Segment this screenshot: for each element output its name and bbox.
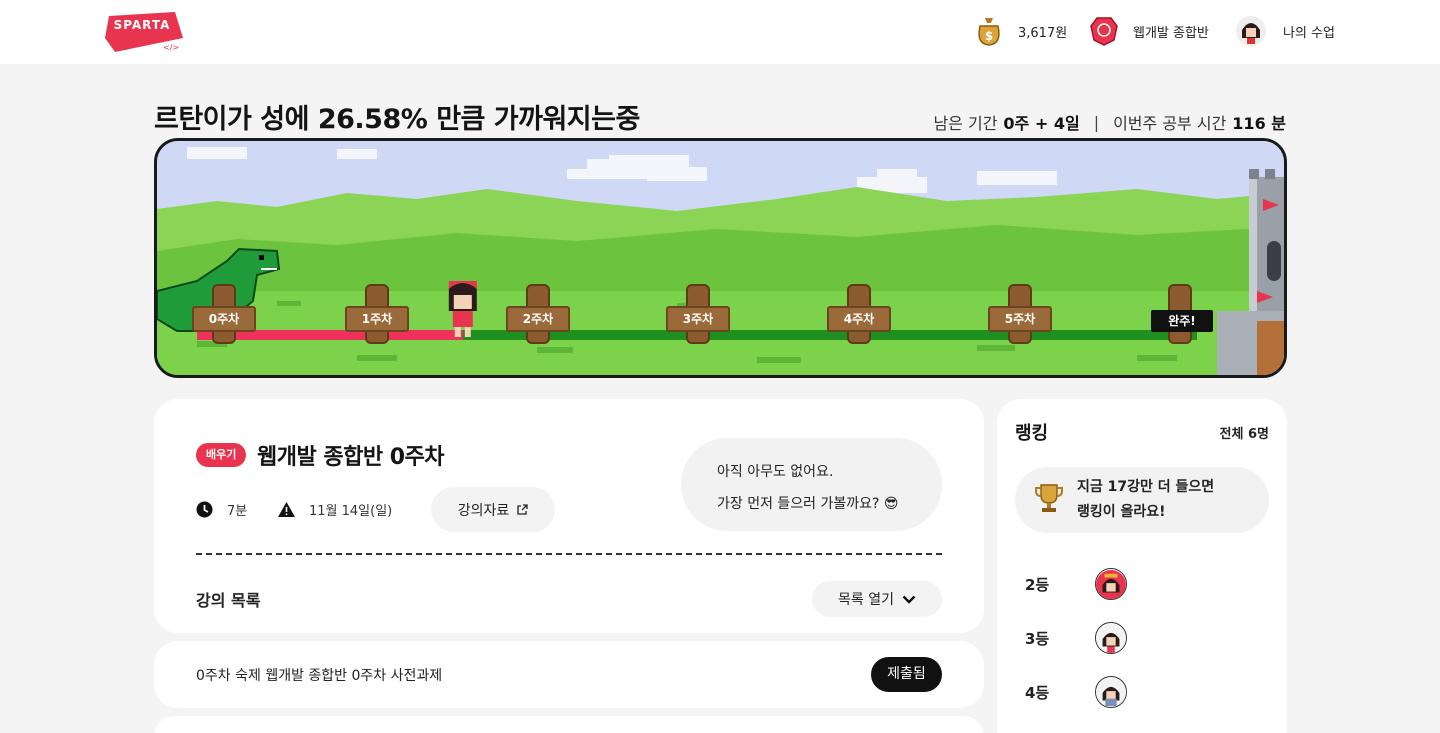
svg-text:$: $ [985,29,993,43]
ranking-row: 2등 [1025,567,1127,601]
lesson-card: 배우기 웹개발 종합반 0주차 7분 11월 14일(일) 강의자료 아직 아무… [154,399,984,633]
lecture-list-label: 강의 목록 [196,591,261,610]
current-course-link[interactable]: 웹개발 종합반 [1089,14,1209,48]
avatar [1095,568,1127,600]
learn-badge: 배우기 [196,443,247,467]
dashed-divider [196,553,942,555]
warning-icon [278,502,295,517]
my-course-label: 나의 수업 [1283,25,1335,41]
milestone-label: 1주차 [345,306,409,332]
chevron-down-icon [902,595,916,604]
stats-divider: | [1093,112,1100,132]
deadline-text: 11월 14일(일) [309,504,393,519]
rank-position: 4등 [1025,683,1050,702]
study-time-value: 116 분 [1232,114,1286,133]
point-amount: 3,617원 [1018,25,1068,41]
progress-game-banner: 0주차 1주차 2주차 3주차 4주차 5주차 완주! [154,138,1287,378]
ranking-row: 4등 [1025,675,1127,709]
external-link-icon [517,504,528,515]
milestone-label: 5주차 [988,306,1052,332]
open-list-label: 목록 열기 [838,592,894,608]
progress-stats: 남은 기간 0주 + 4일 | 이번주 공부 시간 116 분 [933,110,1286,134]
rank-position: 2등 [1025,575,1050,594]
lesson-duration: 7분 [196,500,247,519]
homework-card: 0주차 숙제 웹개발 종합반 0주차 사전과제 제출됨 [154,641,984,708]
lesson-title[interactable]: 웹개발 종합반 0주차 [257,439,445,471]
homework-title[interactable]: 0주차 숙제 웹개발 종합반 0주차 사전과제 [196,665,442,685]
ranking-title: 랭킹 [1015,423,1049,444]
svg-text:</>: </> [163,43,179,52]
ranking-hint-banner: 지금 17강만 더 들으면 랭킹이 올라요! [1015,467,1269,533]
avatar [1095,676,1127,708]
bubble-line-2: 가장 먼저 들으러 가볼까요? 😎 [717,496,899,512]
open-list-button[interactable]: 목록 열기 [812,581,942,617]
attendance-bubble: 아직 아무도 없어요. 가장 먼저 들으러 가볼까요? 😎 [681,438,942,531]
duration-text: 7분 [227,504,248,519]
lecture-material-button[interactable]: 강의자료 [431,487,555,532]
milestone-label: 4주차 [827,306,891,332]
money-bag-icon: $ [974,16,1004,46]
clock-icon [196,501,213,518]
banner-line-1: 지금 17강만 더 들으면 [1077,479,1215,495]
top-header: </> SPARTA $ 3,617원 웹개발 종합반 나의 수업 [0,0,1440,64]
point-balance[interactable]: $ 3,617원 [974,14,1067,48]
milestone-post-3: 3주차 [666,284,730,344]
bubble-line-1: 아직 아무도 없어요. [717,464,834,480]
progress-headline: 르탄이가 성에 26.58% 만큼 가까워지는중 [154,104,640,135]
avatar [1095,622,1127,654]
my-course-link[interactable]: 나의 수업 [1236,14,1335,48]
submitted-button[interactable]: 제출됨 [871,657,942,692]
milestone-label: 2주차 [506,306,570,332]
milestone-post-1: 1주차 [345,284,409,344]
milestone-label: 3주차 [666,306,730,332]
lesson-deadline: 11월 14일(일) [278,500,392,519]
study-time-label: 이번주 공부 시간 [1113,114,1227,133]
profile-avatar-icon [1236,16,1266,46]
course-shield-icon [1089,16,1119,46]
current-course-label: 웹개발 종합반 [1133,25,1209,41]
trophy-icon [1035,483,1063,517]
ranking-total: 전체 6명 [1219,427,1269,442]
milestone-post-0: 0주차 [192,284,256,344]
ranking-row: 3등 [1025,621,1127,655]
lecture-material-label: 강의자료 [457,502,510,519]
remain-period-label: 남은 기간 [933,114,998,133]
milestone-post-4: 4주차 [827,284,891,344]
milestone-post-5: 5주차 [988,284,1052,344]
rank-position: 3등 [1025,629,1050,648]
ranking-card: 랭킹 전체 6명 지금 17강만 더 들으면 랭킹이 올라요! 2등 3등 4등 [997,399,1287,733]
banner-line-2: 랭킹이 올라요! [1077,504,1166,520]
milestone-post-2: 2주차 [506,284,570,344]
sparta-logo[interactable]: </> SPARTA [105,12,183,52]
next-card [154,716,984,733]
milestone-label: 0주차 [192,306,256,332]
remain-period-value: 0주 + 4일 [1003,114,1080,133]
finish-label: 완주! [1151,310,1213,332]
